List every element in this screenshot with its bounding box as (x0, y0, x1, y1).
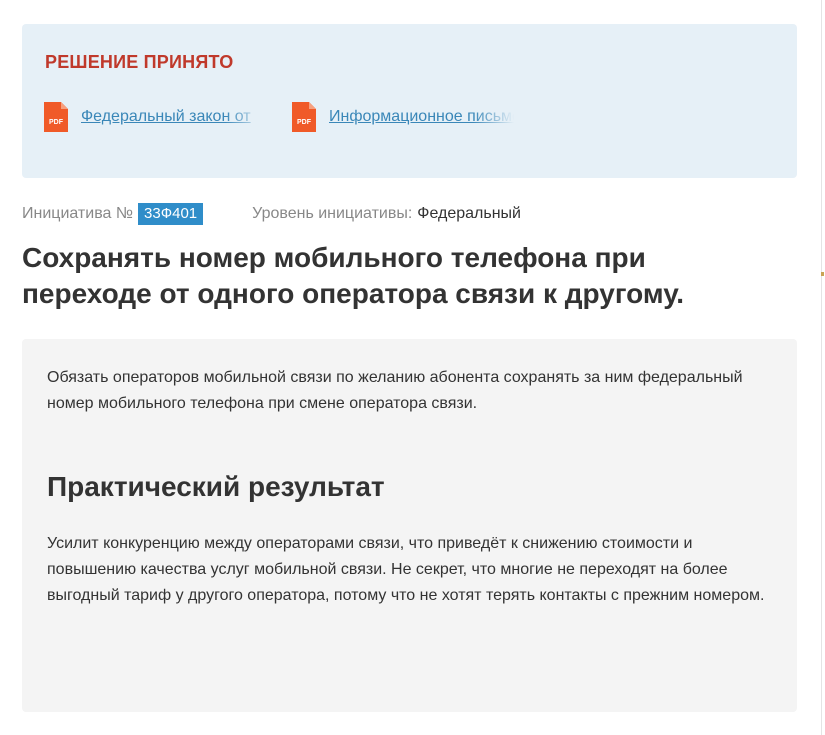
sidebar-edge-divider (821, 0, 822, 735)
sidebar-edge-marker (821, 272, 824, 276)
initiative-description: Обязать операторов мобильной связи по же… (47, 369, 743, 412)
initiative-content: Обязать операторов мобильной связи по же… (22, 339, 797, 712)
document-link-info-letter[interactable]: PDF Информационное письмо (292, 102, 514, 132)
initiative-number-badge: 33Ф401 (138, 203, 204, 225)
pdf-file-icon: PDF (292, 102, 316, 132)
decision-panel: РЕШЕНИЕ ПРИНЯТО PDF Федеральный закон от… (22, 24, 797, 178)
initiative-level-label: Уровень инициативы: (252, 205, 413, 222)
pdf-file-icon: PDF (44, 102, 68, 132)
pdf-icon-label: PDF (297, 119, 312, 126)
result-text: Усилит конкуренцию между операторами свя… (47, 535, 765, 604)
document-link-label[interactable]: Информационное письмо (329, 108, 514, 126)
decision-status-title: РЕШЕНИЕ ПРИНЯТО (45, 52, 234, 72)
document-link-label[interactable]: Федеральный закон от (81, 108, 266, 126)
document-link-federal-law[interactable]: PDF Федеральный закон от (44, 102, 266, 132)
result-heading: Практический результат (47, 471, 385, 502)
pdf-icon-label: PDF (49, 119, 64, 126)
initiative-level-value: Федеральный (417, 205, 521, 222)
page-title: Сохранять номер мобильного телефона при … (22, 242, 685, 309)
initiative-number-label: Инициатива № (22, 205, 134, 222)
page: РЕШЕНИЕ ПРИНЯТО PDF Федеральный закон от… (0, 0, 825, 735)
initiative-meta: Инициатива № 33Ф401 Уровень инициативы: … (22, 203, 521, 225)
